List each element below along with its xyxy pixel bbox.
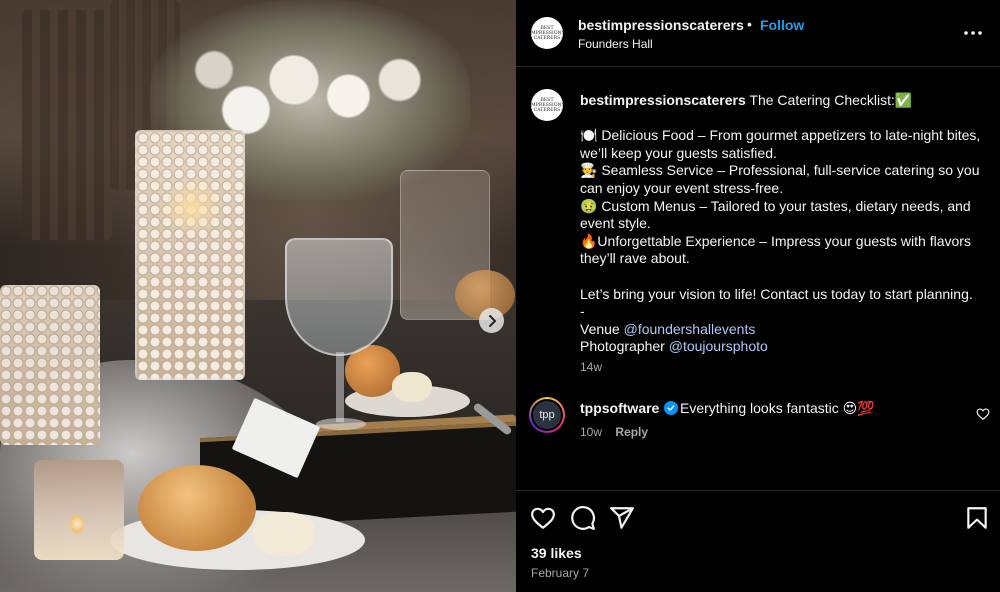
avatar-logo-text: BEST IMPRESSIONS CATERERS bbox=[531, 25, 563, 41]
chevron-right-icon bbox=[488, 314, 496, 327]
glass-stem bbox=[336, 352, 344, 422]
post-actions: 39 likes February 7 bbox=[516, 490, 1000, 592]
water-glass bbox=[285, 238, 393, 356]
caption-body: bestimpressionscaterers The Catering Che… bbox=[580, 92, 990, 356]
follow-button[interactable]: Follow bbox=[760, 17, 804, 33]
more-horizontal-icon[interactable] bbox=[963, 24, 983, 42]
caption-line: 🔥Unforgettable Experience – Impress your… bbox=[580, 232, 971, 267]
post-details-panel: BEST IMPRESSIONS CATERERS bestimpression… bbox=[516, 0, 1000, 592]
verified-badge-icon bbox=[664, 401, 678, 415]
next-photo-button[interactable] bbox=[479, 308, 504, 333]
commenter-username[interactable]: tppsoftware bbox=[580, 400, 659, 416]
send-icon[interactable] bbox=[609, 505, 635, 531]
avatar[interactable]: BEST IMPRESSIONS CATERERS bbox=[531, 17, 563, 49]
photographer-label: Photographer bbox=[580, 338, 665, 355]
venue-mention-link[interactable]: @foundershallevents bbox=[624, 321, 756, 337]
photographer-mention-link[interactable]: @toujoursphoto bbox=[669, 338, 768, 354]
avatar[interactable]: BEST IMPRESSIONS CATERERS bbox=[531, 89, 563, 121]
bookmark-icon[interactable] bbox=[964, 505, 990, 531]
caption-cta: Let’s bring your vision to life! Contact… bbox=[580, 285, 973, 302]
location-link[interactable]: Founders Hall bbox=[578, 37, 653, 51]
pearl-candle-vase bbox=[135, 130, 245, 380]
comment-meta: 10w Reply bbox=[580, 425, 648, 439]
avatar-initials: tpp bbox=[533, 401, 561, 429]
caption-line: 🤢 Custom Menus – Tailored to your tastes… bbox=[580, 197, 971, 232]
likes-count[interactable]: 39 likes bbox=[531, 545, 582, 561]
heart-icon[interactable] bbox=[976, 407, 990, 421]
chair-back bbox=[22, 10, 112, 240]
glass-foot bbox=[316, 418, 366, 430]
venue-label: Venue bbox=[580, 320, 620, 337]
comment-timestamp[interactable]: 10w bbox=[580, 425, 602, 439]
post-timestamp[interactable]: 14w bbox=[580, 360, 602, 374]
butter bbox=[253, 512, 315, 556]
comment-row: tpp tppsoftware Everything looks fantast… bbox=[516, 393, 1000, 453]
caption-headline: The Catering Checklist:✅ bbox=[749, 92, 913, 108]
reply-button[interactable]: Reply bbox=[615, 425, 648, 439]
bread-roll bbox=[138, 465, 256, 551]
avatar-logo-text: BEST IMPRESSIONS CATERERS bbox=[531, 97, 563, 113]
post-date: February 7 bbox=[531, 566, 590, 580]
caption-dash: - bbox=[580, 303, 585, 320]
pearl-candle-vase bbox=[0, 285, 100, 445]
username[interactable]: bestimpressionscaterers bbox=[578, 17, 744, 33]
post-header: BEST IMPRESSIONS CATERERS bestimpression… bbox=[516, 0, 1000, 67]
comment-icon[interactable] bbox=[570, 505, 596, 531]
comment-text: Everything looks fantastic 😍💯 bbox=[680, 400, 875, 416]
votive-candle bbox=[34, 460, 124, 560]
caption-line: 🍽️ Delicious Food – From gourmet appetiz… bbox=[580, 127, 981, 161]
caption-username[interactable]: bestimpressionscaterers bbox=[580, 92, 746, 108]
separator-dot: • bbox=[747, 16, 752, 32]
caption-line: 🧑‍🍳 Seamless Service – Professional, ful… bbox=[580, 162, 980, 196]
post-photo[interactable] bbox=[0, 0, 516, 592]
commenter-avatar[interactable]: tpp bbox=[529, 397, 565, 433]
heart-icon[interactable] bbox=[530, 505, 556, 531]
butter bbox=[392, 372, 432, 402]
